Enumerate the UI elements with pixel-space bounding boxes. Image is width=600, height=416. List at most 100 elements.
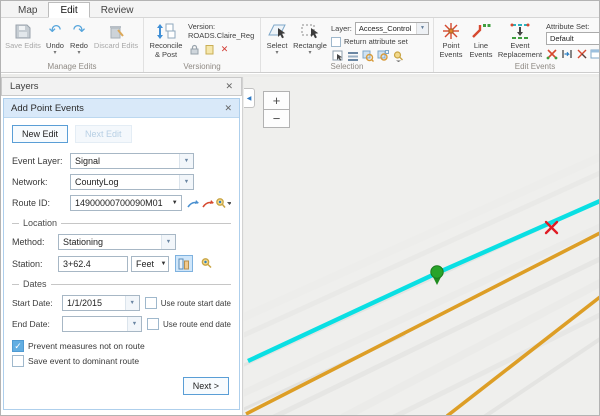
rectangle-dropdown-caret[interactable]: ▾ [308, 51, 311, 56]
selection-zoom-menu-icon[interactable] [391, 49, 404, 62]
use-route-start-label: Use route start date [161, 299, 231, 308]
station-input[interactable]: 3+62.4 [58, 256, 128, 272]
event-layer-combo-arrow[interactable]: ▼ [179, 154, 193, 168]
map-zoom-control: + − [263, 91, 290, 128]
pan-to-selection-icon[interactable] [376, 49, 389, 62]
select-route-on-map-icon[interactable] [186, 195, 200, 211]
workspace: Layers ✕ Add Point Events ✕ New Edit Nex… [1, 74, 599, 415]
prevent-measures-checkbox[interactable]: ✓ [12, 340, 24, 352]
dominant-route-checkbox[interactable]: ✓ [12, 355, 24, 367]
station-unit-arrow[interactable]: ▼ [159, 261, 168, 267]
end-date-combo-arrow[interactable]: ▼ [127, 317, 141, 331]
map-background-streaks [244, 157, 599, 415]
tab-map[interactable]: Map [7, 3, 48, 17]
remove-event-icon[interactable] [546, 47, 559, 60]
map-view[interactable]: ◀ + − [244, 77, 599, 415]
line-events-button[interactable]: Line Events [466, 19, 496, 59]
station-unit-combo[interactable]: Feet ▼ [131, 256, 169, 272]
delete-version-icon[interactable]: ✕ [218, 43, 231, 56]
selection-list-icon[interactable] [346, 49, 359, 62]
next-button[interactable]: Next > [183, 377, 229, 395]
rectangle-button[interactable]: Rectangle ▾ [291, 19, 329, 56]
attributes-window-icon[interactable] [590, 47, 599, 60]
method-label: Method: [12, 237, 58, 247]
zoom-in-button[interactable]: + [263, 91, 290, 110]
method-combo[interactable]: Stationing ▼ [58, 234, 176, 250]
line-events-icon [471, 21, 491, 41]
ribbon-tab-bar: Map Edit Review [1, 1, 599, 18]
panel-title: Add Point Events [11, 103, 84, 114]
dominant-route-label: Save event to dominant route [28, 356, 139, 366]
tab-review[interactable]: Review [90, 3, 145, 17]
undo-button[interactable]: ↶ Undo ▾ [43, 19, 67, 56]
group-edit-events: Point Events Line Events Event Replaceme… [434, 18, 599, 72]
select-dropdown-caret[interactable]: ▾ [275, 51, 278, 56]
group-versioning: Reconcile & Post Version: ROADS.Claire_R… [144, 18, 261, 72]
add-point-events-panel: Add Point Events ✕ New Edit Next Edit Ev… [3, 98, 240, 410]
pane-collapse-tab[interactable]: ◀ [244, 88, 255, 108]
event-replacement-button[interactable]: Event Replacement [496, 19, 544, 59]
attribute-set-options: Attribute Set: Default ▼ [544, 19, 599, 60]
network-combo-arrow[interactable]: ▼ [179, 175, 193, 189]
event-replacement-icon [509, 21, 531, 41]
use-route-end-label: Use route end date [163, 320, 231, 329]
road-line-upper [246, 233, 599, 414]
start-date-combo[interactable]: 1/1/2015 ▼ [62, 295, 140, 311]
discard-edits-button[interactable]: Discard Edits [91, 19, 141, 51]
station-label: Station: [12, 259, 58, 269]
redo-dropdown-caret[interactable]: ▾ [77, 51, 80, 56]
layer-combo-arrow[interactable]: ▼ [416, 23, 428, 34]
use-route-end-checkbox[interactable]: ✓ [147, 318, 159, 330]
save-edits-button[interactable]: Save Edits [3, 19, 43, 51]
zoom-to-selection-icon[interactable] [361, 49, 374, 62]
undo-dropdown-caret[interactable]: ▾ [53, 51, 56, 56]
end-date-combo[interactable]: ▼ [62, 316, 142, 332]
new-version-icon[interactable] [203, 43, 216, 56]
start-date-combo-arrow[interactable]: ▼ [125, 296, 139, 310]
method-combo-arrow[interactable]: ▼ [161, 235, 175, 249]
panel-header: Add Point Events ✕ [4, 99, 239, 118]
panel-close-icon[interactable]: ✕ [224, 103, 232, 114]
zoom-out-button[interactable]: − [263, 109, 290, 128]
group-label-versioning: Versioning [146, 62, 258, 72]
reconcile-post-button[interactable]: Reconcile & Post [146, 19, 186, 59]
new-edit-button[interactable]: New Edit [12, 125, 68, 143]
redo-button[interactable]: ↷ Redo ▾ [67, 19, 91, 56]
route-zoom-menu-icon[interactable] [215, 195, 231, 211]
route-id-combo[interactable]: 14900000700090M01 ▼ [70, 195, 182, 211]
split-event-icon[interactable] [575, 47, 588, 60]
event-layer-combo[interactable]: Signal ▼ [70, 153, 194, 169]
layer-combo[interactable]: Access_Control ▼ [355, 22, 429, 35]
point-events-button[interactable]: Point Events [436, 19, 466, 59]
layers-pane-header: Layers ✕ [1, 77, 242, 96]
app-window: Map Edit Review Save Edits ↶ Undo ▾ [0, 0, 600, 416]
return-attribute-checkbox[interactable]: ✓ [331, 37, 341, 47]
start-date-label: Start Date: [12, 298, 62, 308]
trash-icon [107, 21, 125, 41]
location-section-legend: Location [12, 218, 231, 228]
layers-close-icon[interactable]: ✕ [225, 81, 233, 92]
lock-icon[interactable] [188, 43, 201, 56]
version-label: Version: [188, 22, 256, 31]
route-id-label: Route ID: [12, 198, 70, 208]
network-label: Network: [12, 177, 70, 187]
route-id-combo-arrow[interactable]: ▼ [168, 200, 181, 206]
pick-location-tool[interactable] [175, 255, 193, 272]
use-route-start-checkbox[interactable]: ✓ [145, 297, 157, 309]
tab-edit[interactable]: Edit [48, 2, 89, 18]
point-events-icon [441, 21, 461, 41]
event-point-marker [431, 266, 443, 285]
snap-event-icon[interactable] [561, 47, 574, 60]
select-tool-icon [267, 21, 287, 41]
redo-icon: ↷ [73, 21, 86, 41]
group-manage-edits: Save Edits ↶ Undo ▾ ↷ Redo ▾ Discard Edi… [1, 18, 144, 72]
group-label-manage-edits: Manage Edits [3, 62, 141, 72]
network-combo[interactable]: CountyLog ▼ [70, 174, 194, 190]
left-pane: Layers ✕ Add Point Events ✕ New Edit Nex… [1, 77, 243, 415]
next-edit-button[interactable]: Next Edit [75, 125, 132, 143]
station-zoom-icon[interactable] [199, 256, 215, 272]
select-by-box-icon[interactable] [331, 49, 344, 62]
attribute-set-combo[interactable]: Default ▼ [546, 32, 599, 45]
remove-route-selection-icon[interactable] [201, 195, 215, 211]
select-button[interactable]: Select ▾ [263, 19, 291, 56]
